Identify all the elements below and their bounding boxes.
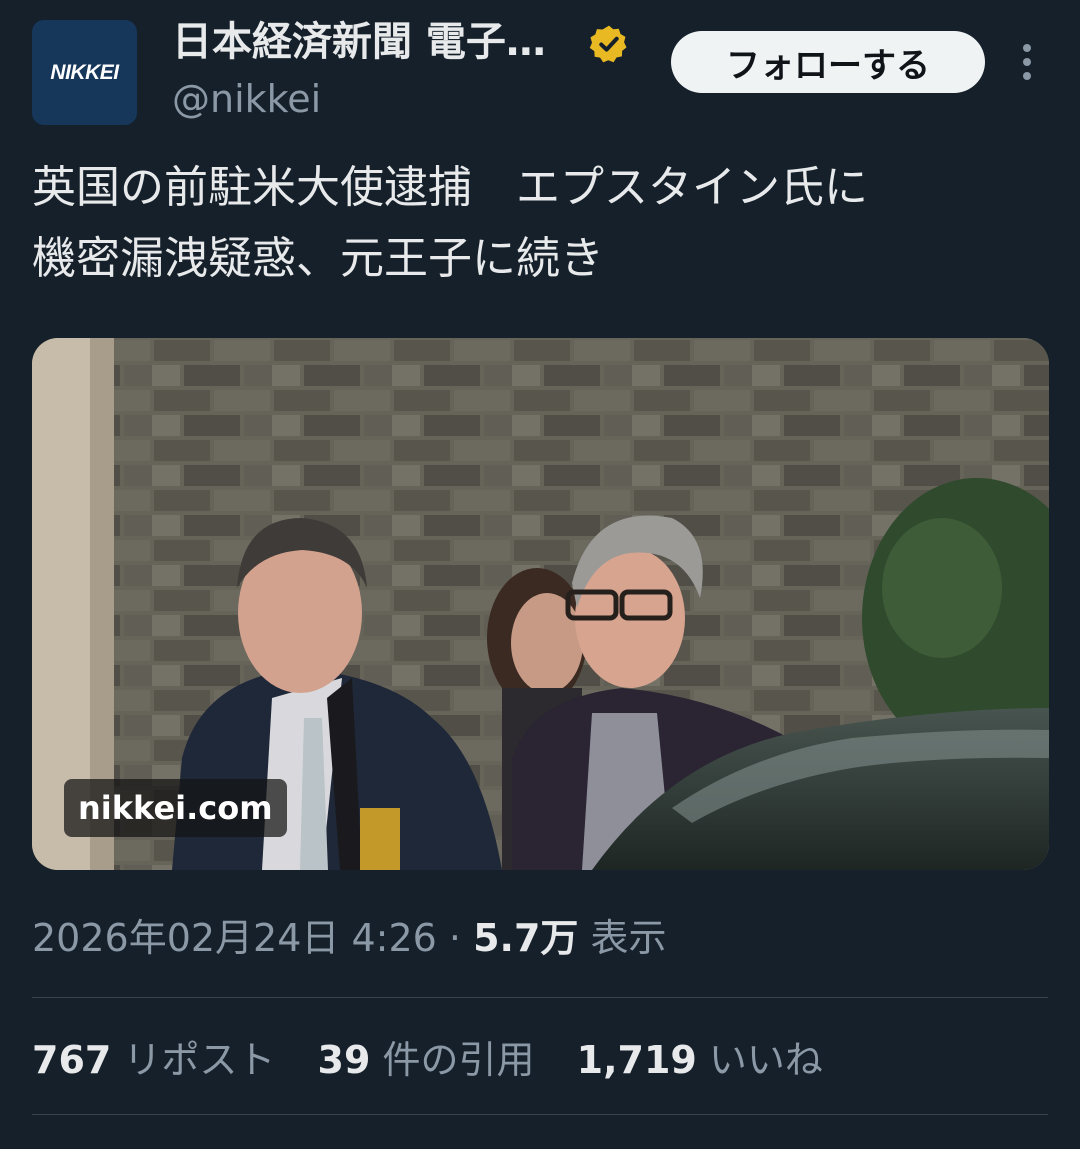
quotes-stat[interactable]: 39 件の引用 (318, 1028, 535, 1092)
likes-count: 1,719 (576, 1038, 697, 1082)
engagement-stats: 767 リポスト 39 件の引用 1,719 いいね (32, 1028, 853, 1092)
quotes-count: 39 (317, 1038, 371, 1082)
more-options-icon[interactable] (1012, 40, 1042, 84)
meta-separator: · (448, 916, 462, 960)
reposts-count: 767 (32, 1038, 112, 1082)
display-name[interactable]: 日本経済新聞 電子… (172, 14, 546, 70)
quotes-label: 件の引用 (382, 1038, 535, 1082)
divider (32, 1114, 1048, 1115)
likes-label: いいね (708, 1038, 823, 1082)
reposts-stat[interactable]: 767 リポスト (32, 1028, 275, 1092)
likes-stat[interactable]: 1,719 いいね (577, 1028, 823, 1092)
follow-button[interactable]: フォローする (671, 31, 985, 93)
verified-badge-icon (589, 25, 627, 63)
avatar[interactable]: NIKKEI (32, 20, 137, 125)
user-handle[interactable]: @nikkei (172, 74, 321, 124)
tweet-timestamp[interactable]: 2026年02月24日 4:26 (32, 916, 437, 960)
tweet-header: NIKKEI 日本経済新聞 電子… @nikkei フォローする (0, 0, 1080, 130)
media-source-badge: nikkei.com (64, 779, 287, 837)
tweet-text: 英国の前駐米大使逮捕 エプスタイン氏に 機密漏洩疑惑、元王子に続き (32, 162, 868, 284)
tweet-meta: 2026年02月24日 4:26 · 5.7万 表示 (32, 906, 667, 970)
views-count: 5.7万 (473, 916, 579, 960)
divider (32, 997, 1048, 998)
views-label: 表示 (590, 916, 667, 960)
reposts-label: リポスト (123, 1038, 276, 1082)
avatar-logo-text: NIKKEI (50, 60, 119, 84)
tweet-media-photo[interactable]: nikkei.com (32, 338, 1049, 870)
